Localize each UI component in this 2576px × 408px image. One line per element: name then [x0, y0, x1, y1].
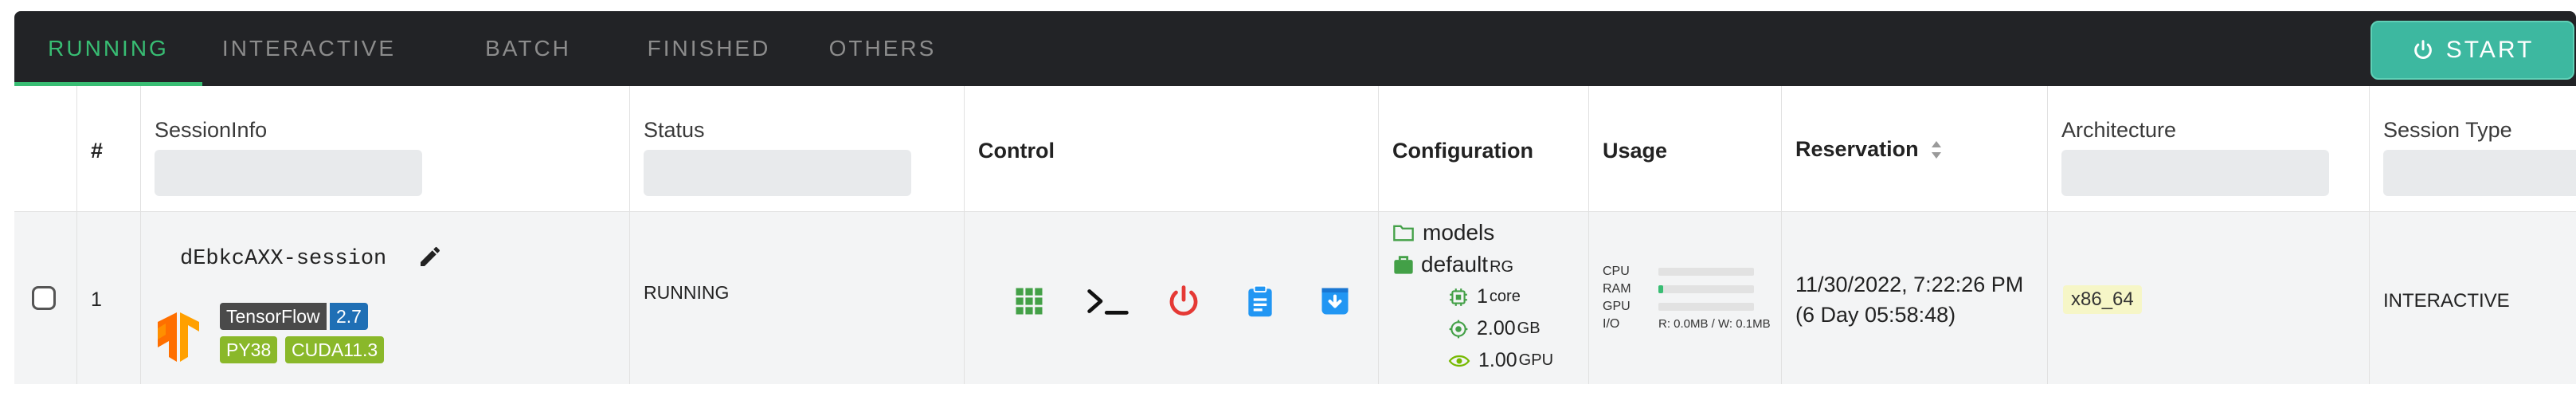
gpu-value: 1.00: [1478, 349, 1517, 371]
usage-gpu-bar: [1658, 303, 1754, 311]
usage-ram-bar: [1658, 285, 1754, 293]
memory-allocation: 2.00 GB: [1448, 317, 1541, 340]
column-header-session-info[interactable]: SessionInfo: [155, 118, 267, 143]
folder-name: models: [1423, 220, 1495, 245]
session-status: RUNNING: [644, 282, 730, 303]
folder-icon: [1393, 225, 1414, 241]
usage-io-label: I/O: [1603, 317, 1620, 331]
tab-others[interactable]: OTHERS: [803, 11, 962, 86]
usage-ram-label: RAM: [1603, 282, 1631, 296]
session-table: # SessionInfo Status Control Configurati…: [14, 86, 2576, 384]
cpu-unit: core: [1489, 288, 1521, 305]
session-type-filter-input[interactable]: [2383, 150, 2576, 196]
usage-cpu-bar: [1658, 268, 1754, 276]
session-info-filter-input[interactable]: [155, 150, 422, 196]
resource-group-name: default: [1421, 252, 1489, 277]
reservation-duration: (6 Day 05:58:48): [1795, 303, 1956, 327]
apps-grid-icon[interactable]: [1012, 284, 1047, 319]
tab-running[interactable]: RUNNING: [14, 11, 202, 86]
column-header-reservation[interactable]: Reservation: [1795, 137, 1943, 162]
usage-ram-fill: [1658, 285, 1663, 293]
python-version-tag: PY38: [220, 336, 278, 363]
usage-gpu-label: GPU: [1603, 300, 1631, 313]
cpu-chip-icon: [1450, 288, 1467, 306]
column-header-architecture[interactable]: Architecture: [2061, 118, 2176, 143]
terminal-icon[interactable]: [1086, 284, 1129, 319]
memory-icon: [1449, 320, 1468, 338]
session-tabs-header: RUNNING INTERACTIVE BATCH FINISHED OTHER…: [14, 11, 2576, 86]
session-name: dEbkcAXX-session: [180, 247, 387, 271]
tab-batch-label: BATCH: [485, 36, 571, 61]
column-header-usage: Usage: [1603, 139, 1668, 163]
cpu-allocation: 1 core: [1448, 285, 1521, 308]
status-filter-input[interactable]: [644, 150, 911, 196]
download-icon[interactable]: [1317, 284, 1353, 319]
column-header-status[interactable]: Status: [644, 118, 705, 143]
session-type: INTERACTIVE: [2383, 290, 2510, 312]
row-select-checkbox[interactable]: [32, 286, 56, 310]
architecture-tag: x86_64: [2063, 285, 2142, 314]
briefcase-icon: [1394, 256, 1413, 274]
cuda-version-tag: CUDA11.3: [285, 336, 385, 363]
tab-running-label: RUNNING: [48, 36, 169, 61]
cpu-value: 1: [1477, 285, 1488, 308]
start-button-label: START: [2445, 37, 2535, 63]
memory-unit: GB: [1517, 320, 1541, 337]
resource-group-suffix: RG: [1490, 257, 1514, 276]
architecture-filter-input[interactable]: [2061, 150, 2329, 196]
mounted-folder: models: [1392, 220, 1494, 245]
tab-finished[interactable]: FINISHED: [621, 11, 797, 86]
gpu-allocation: 1.00 GPU: [1448, 349, 1553, 372]
sort-icon[interactable]: [1930, 139, 1943, 160]
tab-others-label: OTHERS: [828, 36, 937, 61]
tab-finished-label: FINISHED: [647, 36, 771, 61]
power-icon: [2414, 40, 2432, 59]
start-session-button[interactable]: START: [2370, 21, 2574, 80]
edit-pencil-icon[interactable]: [417, 244, 443, 269]
reservation-header-label: Reservation: [1795, 137, 1919, 161]
column-header-session-type[interactable]: Session Type: [2383, 118, 2512, 143]
column-header-index: #: [91, 139, 104, 163]
framework-badge-name: TensorFlow: [220, 303, 327, 330]
gpu-unit: GPU: [1518, 351, 1554, 369]
memory-value: 2.00: [1477, 317, 1516, 339]
tab-interactive[interactable]: INTERACTIVE: [215, 11, 403, 86]
usage-cpu-label: CPU: [1603, 265, 1630, 278]
tensorflow-logo-icon: [158, 312, 199, 362]
tab-batch[interactable]: BATCH: [444, 11, 612, 86]
row-index: 1: [91, 288, 102, 311]
resource-group: default RG: [1392, 252, 1513, 277]
column-header-configuration: Configuration: [1392, 139, 1533, 163]
nvidia-gpu-icon: [1448, 355, 1470, 367]
power-off-icon[interactable]: [1166, 284, 1201, 319]
reservation-time: 11/30/2022, 7:22:26 PM: [1795, 273, 2024, 296]
column-header-control: Control: [978, 139, 1055, 163]
clipboard-icon[interactable]: [1243, 284, 1278, 319]
framework-badge-version: 2.7: [330, 303, 368, 330]
usage-io-value: R: 0.0MB / W: 0.1MB: [1658, 317, 1771, 331]
session-row: 1 dEbkcAXX-session TensorFlow 2.7 PY38 C…: [14, 212, 2576, 384]
tab-interactive-label: INTERACTIVE: [221, 36, 397, 61]
